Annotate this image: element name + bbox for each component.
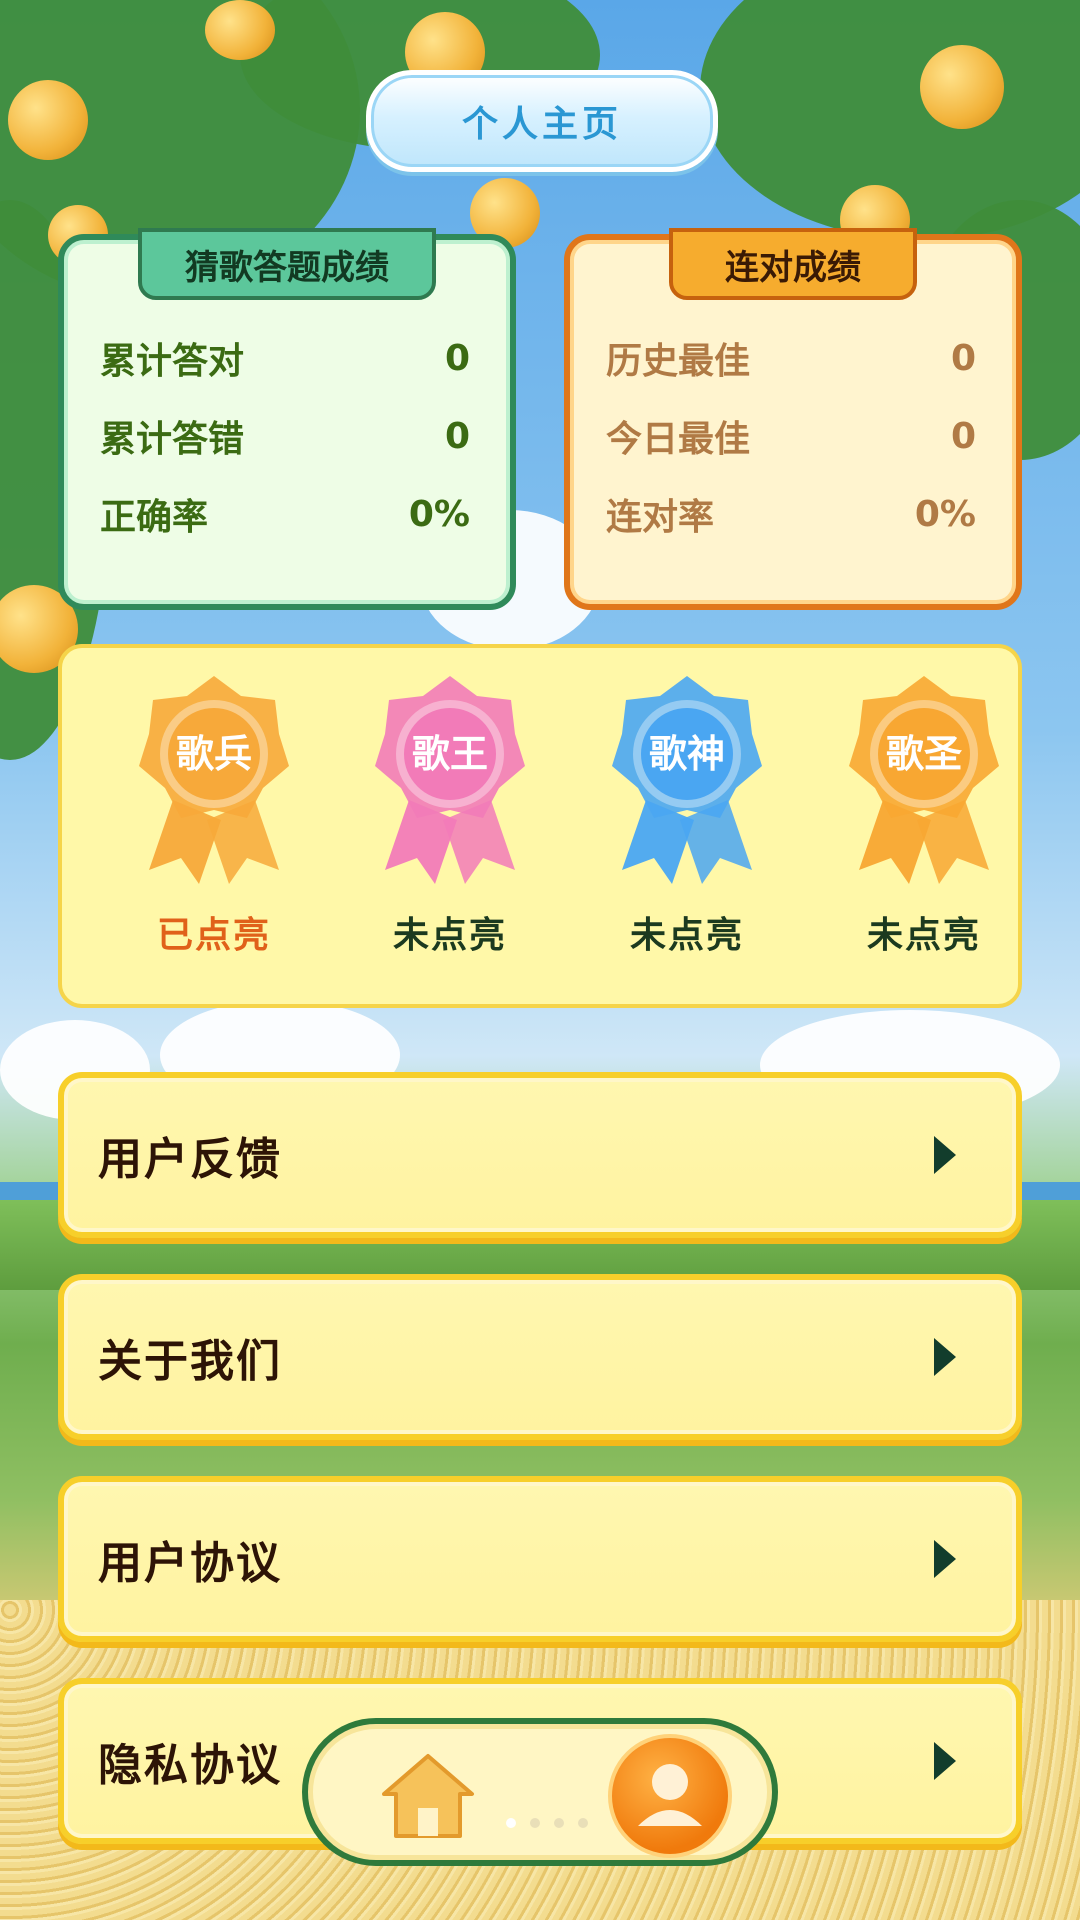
- profile-icon[interactable]: [608, 1734, 732, 1858]
- badge-item[interactable]: 歌神 未点亮: [597, 670, 777, 958]
- badge-name: 歌圣: [886, 732, 962, 776]
- badges-panel: 歌兵 已点亮 歌王 未点亮 歌神 未点亮 歌圣 未点亮: [58, 644, 1022, 1008]
- badge-item[interactable]: 歌王 未点亮: [360, 670, 540, 958]
- menu-item-label: 用户反馈: [98, 1134, 282, 1185]
- stat-label: 正确率: [100, 497, 209, 538]
- menu-item-about-us[interactable]: 关于我们: [58, 1274, 1022, 1440]
- badge-status: 已点亮: [156, 914, 271, 956]
- quiz-stats-card: 猜歌答题成绩 累计答对 0 累计答错 0 正确率 0%: [58, 228, 516, 610]
- chevron-right-icon: [934, 1338, 956, 1376]
- stat-label: 累计答对: [100, 341, 245, 382]
- stat-label: 累计答错: [100, 419, 245, 460]
- quiz-stats-title: 猜歌答题成绩: [138, 228, 436, 300]
- chevron-right-icon: [934, 1136, 956, 1174]
- badge-status: 未点亮: [629, 914, 744, 956]
- page-indicator: [506, 1818, 588, 1828]
- stat-row: 连对率 0%: [606, 486, 976, 542]
- stat-value: 0: [444, 337, 470, 379]
- bottom-nav: [302, 1718, 778, 1866]
- stat-row: 正确率 0%: [100, 486, 470, 542]
- medal-icon: 歌兵: [124, 670, 304, 890]
- menu-item-user-agreement[interactable]: 用户协议: [58, 1476, 1022, 1642]
- menu-item-label: 用户协议: [98, 1538, 282, 1589]
- badge-item[interactable]: 歌圣 未点亮: [834, 670, 1014, 958]
- page-title-pill: 个人主页: [366, 70, 718, 172]
- medal-icon: 歌神: [597, 670, 777, 890]
- stat-value: 0: [950, 415, 976, 457]
- chevron-right-icon: [934, 1540, 956, 1578]
- home-icon[interactable]: [380, 1752, 476, 1840]
- page-title: 个人主页: [461, 103, 622, 145]
- chevron-right-icon: [934, 1742, 956, 1780]
- stat-label: 连对率: [606, 497, 715, 538]
- stat-value: 0: [950, 337, 976, 379]
- menu-item-label: 隐私协议: [98, 1740, 282, 1791]
- stat-row: 累计答错 0: [100, 408, 470, 464]
- stat-value: 0%: [408, 493, 470, 535]
- stat-label: 历史最佳: [606, 341, 751, 382]
- stat-value: 0%: [914, 493, 976, 535]
- menu-item-feedback[interactable]: 用户反馈: [58, 1072, 1022, 1238]
- stat-value: 0: [444, 415, 470, 457]
- badge-name: 歌王: [412, 732, 488, 776]
- badge-name: 歌神: [649, 732, 725, 776]
- badge-item[interactable]: 歌兵 已点亮: [124, 670, 304, 958]
- medal-icon: 歌王: [360, 670, 540, 890]
- stat-row: 历史最佳 0: [606, 330, 976, 386]
- badge-status: 未点亮: [392, 914, 507, 956]
- stat-row: 累计答对 0: [100, 330, 470, 386]
- badge-name: 歌兵: [176, 732, 252, 776]
- streak-stats-title: 连对成绩: [669, 228, 917, 300]
- menu-item-label: 关于我们: [98, 1336, 282, 1387]
- stat-row: 今日最佳 0: [606, 408, 976, 464]
- medal-icon: 歌圣: [834, 670, 1014, 890]
- badge-status: 未点亮: [866, 914, 981, 956]
- streak-stats-card: 连对成绩 历史最佳 0 今日最佳 0 连对率 0%: [564, 228, 1022, 610]
- stat-label: 今日最佳: [606, 419, 751, 460]
